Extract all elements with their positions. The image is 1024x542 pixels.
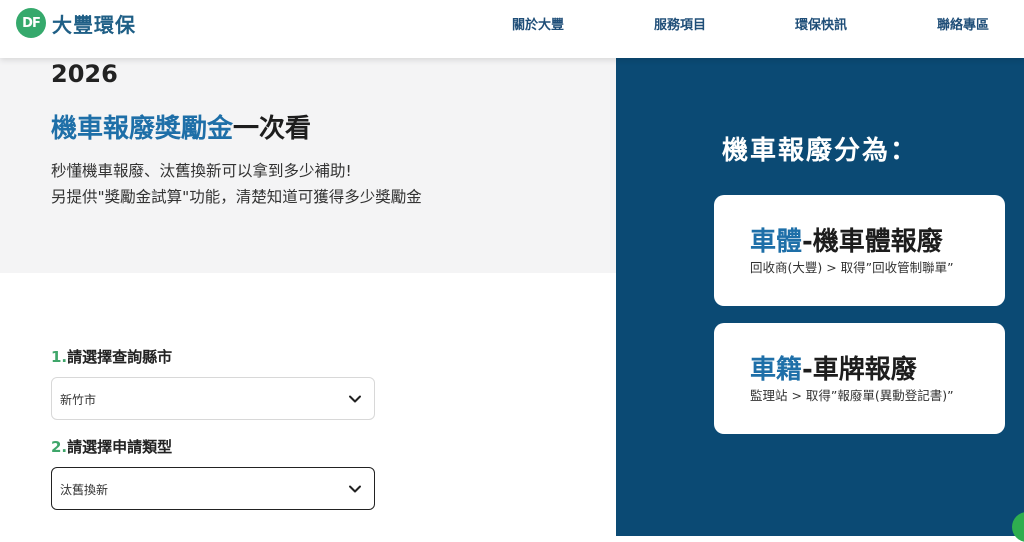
card-registration-heading: 車籍-車牌報廢 <box>750 349 917 386</box>
step1-text: 請選擇查詢縣市 <box>67 348 173 366</box>
step1-label: 1.請選擇查詢縣市 <box>51 346 172 367</box>
card-vehicle-body: 車體-機車體報廢 回收商(大豐) > 取得”回收管制聯單” <box>714 195 1005 306</box>
main-nav: 關於大豐 服務項目 環保快訊 聯絡專區 <box>0 14 1024 34</box>
card-registration-accent: 車籍 <box>750 355 803 385</box>
nav-item-about[interactable]: 關於大豐 <box>512 14 564 33</box>
application-type-select[interactable]: 汰舊換新 <box>51 467 375 510</box>
site-header: DF 大豐環保 關於大豐 服務項目 環保快訊 聯絡專區 <box>0 0 1024 58</box>
card-vehicle-body-plain: -機車體報廢 <box>802 227 943 257</box>
step2-number: 2. <box>51 438 68 456</box>
county-select[interactable]: 新竹市 <box>51 377 375 420</box>
county-select-value: 新竹市 <box>60 393 97 407</box>
step1-number: 1. <box>51 348 68 366</box>
card-registration: 車籍-車牌報廢 監理站 > 取得”報廢單(異動登記書)” <box>714 323 1005 434</box>
nav-item-contact[interactable]: 聯絡專區 <box>937 14 989 33</box>
card-registration-sub: 監理站 > 取得”報廢單(異動登記書)” <box>750 388 954 403</box>
scrap-types-panel: 機車報廢分為： 車體-機車體報廢 回收商(大豐) > 取得”回收管制聯單” 車籍… <box>616 58 1024 536</box>
card-vehicle-body-sub: 回收商(大豐) > 取得”回收管制聯單” <box>750 260 954 275</box>
page-title-accent: 機車報廢獎勵金 <box>51 114 234 144</box>
hero-description-line-2: 另提供"獎勵金試算"功能，清楚知道可獲得多少獎勵金 <box>51 188 422 206</box>
scrap-types-title: 機車報廢分為： <box>721 136 918 166</box>
year-heading: 2026 <box>51 60 118 88</box>
card-registration-plain: -車牌報廢 <box>802 355 917 385</box>
card-vehicle-body-accent: 車體 <box>750 227 803 257</box>
nav-item-services[interactable]: 服務項目 <box>654 14 706 33</box>
page-title-plain: 一次看 <box>233 114 312 144</box>
page-title: 機車報廢獎勵金一次看 <box>51 108 311 145</box>
hero-description-line-1: 秒懂機車報廢、汰舊換新可以拿到多少補助! <box>51 162 352 180</box>
hero-description: 秒懂機車報廢、汰舊換新可以拿到多少補助! 另提供"獎勵金試算"功能，清楚知道可獲… <box>51 158 422 210</box>
chevron-down-icon <box>349 485 361 493</box>
application-type-value: 汰舊換新 <box>60 483 109 497</box>
step2-label: 2.請選擇申請類型 <box>51 436 172 457</box>
nav-item-news[interactable]: 環保快訊 <box>795 14 847 33</box>
step2-text: 請選擇申請類型 <box>67 438 173 456</box>
card-vehicle-body-heading: 車體-機車體報廢 <box>750 221 943 258</box>
chevron-down-icon <box>349 395 361 403</box>
